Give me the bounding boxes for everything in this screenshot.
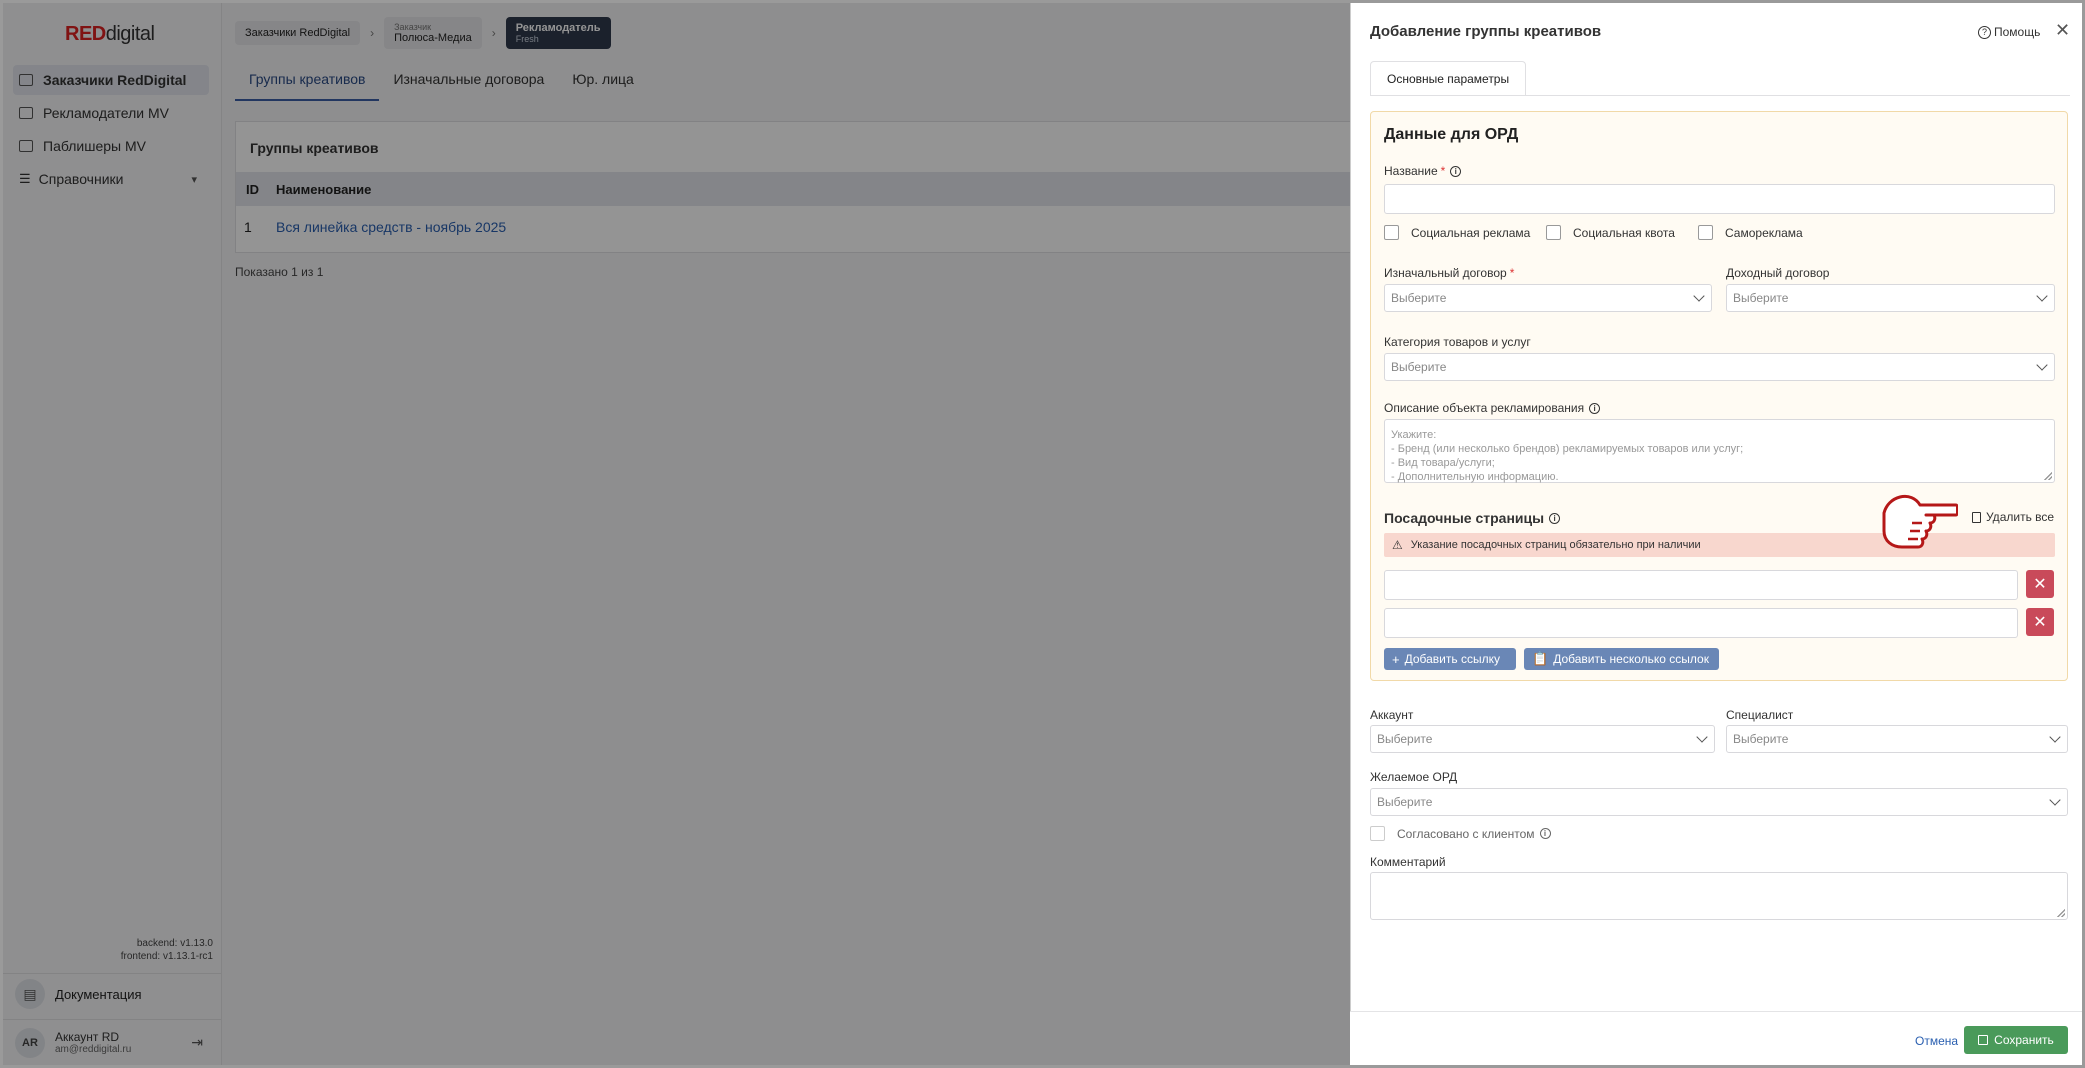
comment-label: Комментарий [1370,855,1446,869]
warning-text: Указание посадочных страниц обязательно … [1410,539,1701,551]
button-label: Добавить ссылку [1404,652,1500,666]
specialist-select[interactable]: Выберите [1726,725,2068,753]
chevron-down-icon [2049,731,2061,743]
category-select[interactable]: Выберите [1384,353,2055,381]
ord-section-title: Данные для ОРД [1384,126,1519,143]
help-icon: ? [1978,25,1991,39]
income-contract-select[interactable]: Выберите [1726,284,2055,312]
specialist-label: Специалист [1726,708,1793,722]
clipboard-icon: 📋 [1532,651,1549,666]
plus-icon: + [1392,651,1400,667]
label-text: Специалист [1726,708,1794,722]
label-text: Категория товаров и услуг [1384,335,1531,349]
info-icon[interactable]: i [1539,828,1551,839]
comment-textarea[interactable] [1370,872,2068,920]
ord-section: Данные для ОРД Название * i Социальная рек… [1370,111,2068,681]
tab-main-params[interactable]: Основные параметры [1370,61,1527,96]
select-placeholder: Выберите [1391,360,1447,374]
info-icon[interactable]: i [1589,402,1601,414]
checkbox-label: Согласовано с клиентом [1397,826,1535,841]
select-placeholder: Выберите [1733,291,1789,305]
select-placeholder: Выберите [1733,732,1789,746]
select-placeholder: Выберите [1391,291,1447,305]
drawer-footer: Отмена Сохранить [1350,1011,2082,1065]
chevron-down-icon [2036,290,2048,302]
landing-url-input[interactable] [1384,570,2018,600]
help-label: Помощь [1994,25,2041,39]
label-text: Посадочные страницы [1384,510,1545,526]
tab-divider [1370,95,2070,96]
checkbox-label: Социальная квота [1573,225,1675,240]
resize-handle-icon[interactable] [2044,472,2052,480]
screen: REDdigital Заказчики RedDigital Рекламод… [3,3,2082,1065]
chevron-down-icon [2036,359,2048,371]
label-text: Комментарий [1370,855,1446,869]
self-ad-checkbox[interactable]: Самореклама [1698,225,1803,240]
delete-all-button[interactable]: Удалить все [1972,510,2054,524]
add-creative-group-drawer: Добавление группы креативов ? Помощь ✕ Ос… [1350,3,2082,1065]
textarea-placeholder: Укажите: - Бренд (или несколько брендов)… [1391,429,1744,483]
resize-handle-icon[interactable] [2057,909,2065,917]
name-input[interactable] [1384,184,2055,214]
checkbox-label: Социальная реклама [1411,225,1531,240]
trash-icon [1972,511,1981,523]
chevron-down-icon [1696,731,1708,743]
drawer-title: Добавление группы креативов [1370,23,1602,40]
checkbox-box[interactable] [1384,225,1399,240]
required-mark: * [1509,266,1515,280]
initial-contract-label: Изначальный договор * [1384,266,1514,280]
name-label-text: Название [1384,164,1438,178]
name-label: Название * i [1384,164,1462,178]
account-select[interactable]: Выберите [1370,725,1715,753]
button-label: Добавить несколько ссылок [1553,652,1709,666]
cancel-button[interactable]: Отмена [1915,1034,1958,1048]
chevron-down-icon [2049,794,2061,806]
checkbox-label: Самореклама [1725,225,1803,240]
social-quota-checkbox[interactable]: Социальная квота [1546,225,1675,240]
label-text: Изначальный договор [1384,266,1507,280]
chevron-down-icon [1693,290,1705,302]
delete-all-label: Удалить все [1986,510,2055,524]
account-label: Аккаунт [1370,708,1413,722]
landing-url-input[interactable] [1384,608,2018,638]
info-icon[interactable]: i [1450,165,1462,177]
required-mark: * [1440,164,1446,178]
checkbox-box[interactable] [1698,225,1713,240]
help-link[interactable]: ? Помощь [1978,25,2040,39]
pointing-hand-icon [1882,494,1958,549]
close-icon: ✕ [2033,576,2047,593]
label-text: Описание объекта рекламирования [1384,401,1585,415]
select-placeholder: Выберите [1377,732,1433,746]
category-label: Категория товаров и услуг [1384,335,1531,349]
info-icon[interactable]: i [1549,512,1561,524]
remove-url-button[interactable]: ✕ [2026,608,2054,636]
close-icon: ✕ [2033,614,2047,631]
checkbox-box[interactable] [1546,225,1561,240]
desired-ord-select[interactable]: Выберите [1370,788,2068,816]
label-text: Аккаунт [1370,708,1414,722]
agreed-checkbox[interactable]: Согласовано с клиентом i [1370,826,1551,841]
description-textarea[interactable]: Укажите: - Бренд (или несколько брендов)… [1384,419,2055,483]
landing-pages-label: Посадочные страницы i [1384,510,1561,526]
warning-icon: ⚠ [1392,538,1403,552]
save-label: Сохранить [1994,1033,2054,1047]
save-button[interactable]: Сохранить [1964,1026,2068,1054]
checkbox-box[interactable] [1370,826,1385,841]
label-text: Доходный договор [1726,266,1830,280]
desired-ord-label: Желаемое ОРД [1370,770,1457,784]
remove-url-button[interactable]: ✕ [2026,570,2054,598]
add-link-button[interactable]: + Добавить ссылку [1384,648,1516,670]
description-label: Описание объекта рекламирования i [1384,401,1601,415]
initial-contract-select[interactable]: Выберите [1384,284,1712,312]
close-icon[interactable]: ✕ [2055,20,2070,41]
income-contract-label: Доходный договор [1726,266,1829,280]
label-text: Желаемое ОРД [1370,770,1458,784]
social-ad-checkbox[interactable]: Социальная реклама [1384,225,1530,240]
modal-overlay[interactable] [3,3,1350,1065]
add-many-links-button[interactable]: 📋 Добавить несколько ссылок [1524,648,1719,670]
select-placeholder: Выберите [1377,795,1433,809]
save-icon [1978,1035,1989,1045]
